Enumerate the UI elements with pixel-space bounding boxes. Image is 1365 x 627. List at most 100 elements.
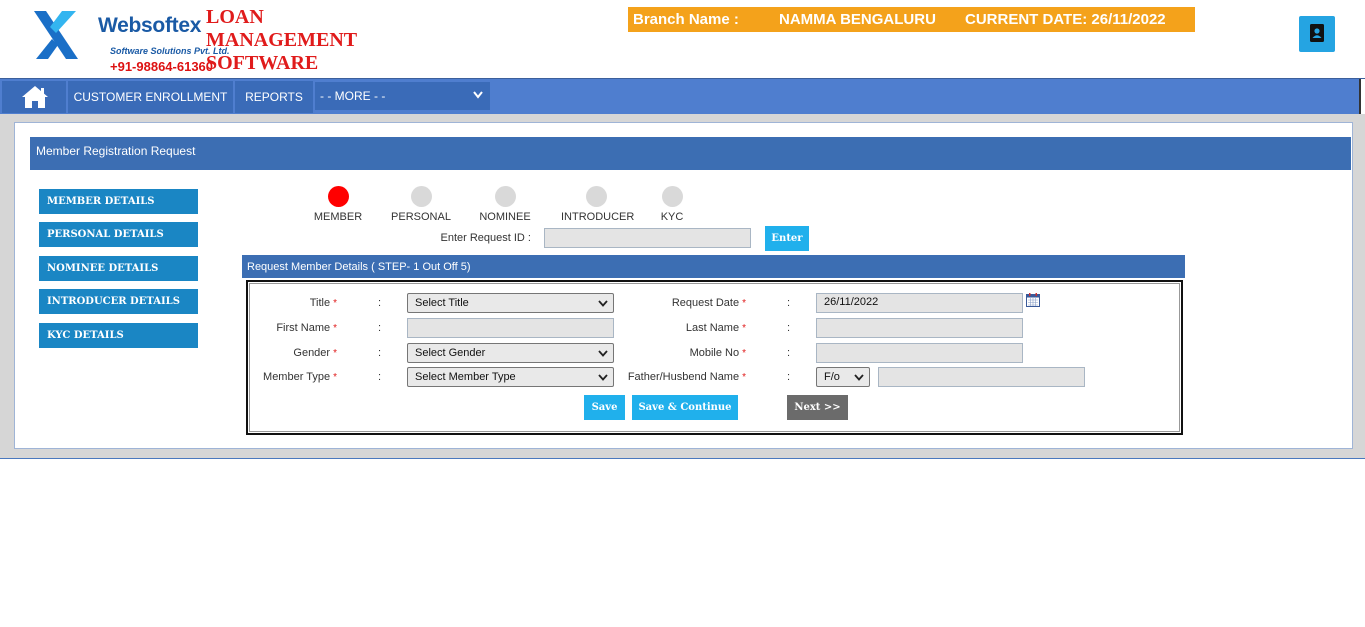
app-title-line-2: MANAGEMENT [206,29,358,51]
colon: : [378,322,382,334]
relation-select[interactable]: F/o [816,367,870,387]
sidebar-item-nominee-details[interactable]: NOMINEE DETAILS [39,256,198,281]
nav-home[interactable] [2,81,66,113]
step-label: NOMINEE [479,211,531,223]
mobile-label: Mobile No * [620,347,746,359]
gender-select[interactable]: Select Gender [407,343,614,363]
save-continue-button[interactable]: Save & Continue [632,395,738,420]
form-section-title: Request Member Details ( STEP- 1 Out Off… [247,261,471,273]
save-button[interactable]: Save [584,395,625,420]
app-header: Websoftex Software Solutions Pvt. Ltd. +… [0,0,1365,78]
gender-select-value: Select Gender [415,347,486,359]
required-mark: * [742,372,746,383]
gender-label-text: Gender [293,347,331,359]
relation-select-value: F/o [824,371,840,383]
colon: : [378,347,382,359]
app-title-line-1: LOAN [206,6,264,28]
current-date: CURRENT DATE: 26/11/2022 [965,11,1166,28]
father-husband-label-text: Father/Husbend Name [627,371,740,383]
last-name-input[interactable] [816,318,1023,338]
request-date-label: Request Date * [620,297,746,309]
title-select[interactable]: Select Title [407,293,614,313]
enter-button[interactable]: Enter [765,226,809,251]
step-dot-active [327,186,349,207]
member-type-select-value: Select Member Type [415,371,516,383]
step-label: MEMBER [313,211,363,223]
step-label: PERSONAL [391,211,451,223]
colon: : [378,297,382,309]
required-mark: * [333,348,337,359]
brand-phone: +91-98864-61360 [110,59,214,74]
step-dot [494,186,516,207]
request-id-label: Enter Request ID : [440,232,532,244]
contact-book-icon [1310,24,1324,42]
step-introducer: INTRODUCER [561,186,635,223]
step-dot [410,186,432,207]
member-type-label-text: Member Type [263,371,331,383]
nav-reports[interactable]: REPORTS [235,81,313,113]
father-husband-label: Father/Husbend Name * [610,371,746,383]
first-name-label-text: First Name [276,322,331,334]
colon: : [787,297,791,309]
profile-button[interactable] [1299,16,1335,52]
chevron-down-icon [598,350,608,357]
sidebar-item-label: INTRODUCER DETAILS [47,296,180,307]
branch-name: NAMMA BENGALURU [779,11,936,28]
request-date-input[interactable]: 26/11/2022 [816,293,1023,313]
panel-header: Member Registration Request [30,137,1351,170]
required-mark: * [333,372,337,383]
member-type-select[interactable]: Select Member Type [407,367,614,387]
nav-customer-enrollment[interactable]: CUSTOMER ENROLLMENT [68,81,233,113]
more-menu-select[interactable]: - - MORE - - [315,82,490,110]
required-mark: * [742,323,746,334]
last-name-label-text: Last Name [685,322,740,334]
sidebar-item-member-details[interactable]: MEMBER DETAILS [39,189,198,214]
sidebar-item-personal-details[interactable]: PERSONAL DETAILS [39,222,198,247]
sidebar-item-label: NOMINEE DETAILS [47,263,159,274]
title-label-text: Title [309,297,331,309]
colon: : [787,322,791,334]
branch-label: Branch Name : [633,11,739,28]
brand-name: Websoftex [98,14,202,37]
mobile-input[interactable] [816,343,1023,363]
step-personal: PERSONAL [386,186,456,223]
sidebar-item-label: PERSONAL DETAILS [47,229,164,240]
first-name-label: First Name * [240,322,337,334]
step-member: MEMBER [303,186,373,223]
colon: : [787,371,791,383]
websoftex-x-icon [34,11,78,59]
last-name-label: Last Name * [620,322,746,334]
required-mark: * [333,323,337,334]
step-kyc: KYC [637,186,707,223]
title-label: Title * [240,297,337,309]
colon: : [378,371,382,383]
step-label: INTRODUCER [561,211,635,223]
required-mark: * [742,298,746,309]
first-name-input[interactable] [407,318,614,338]
more-menu-label: - - MORE - - [320,89,386,103]
nav-edge [1359,79,1365,115]
required-mark: * [333,298,337,309]
member-type-label: Member Type * [240,371,337,383]
sidebar-item-kyc-details[interactable]: KYC DETAILS [39,323,198,348]
form-section-header: Request Member Details ( STEP- 1 Out Off… [242,255,1185,278]
gender-label: Gender * [240,347,337,359]
mobile-label-text: Mobile No [689,347,740,359]
father-husband-name-input[interactable] [878,367,1085,387]
sidebar-item-label: KYC DETAILS [47,330,124,341]
calendar-icon[interactable] [1026,293,1040,307]
request-date-label-text: Request Date [671,297,740,309]
required-mark: * [742,348,746,359]
request-id-input[interactable] [544,228,751,248]
next-button[interactable]: Next >> [787,395,848,420]
page-title: Member Registration Request [36,144,196,158]
colon: : [787,347,791,359]
step-dot [661,186,683,207]
app-title-line-3: SOFTWARE [206,52,319,74]
sidebar-item-introducer-details[interactable]: INTRODUCER DETAILS [39,289,198,314]
step-label: KYC [660,211,684,223]
sidebar-item-label: MEMBER DETAILS [47,196,155,207]
main-navbar: CUSTOMER ENROLLMENT REPORTS - - MORE - - [0,78,1365,115]
home-icon [22,86,48,108]
chevron-down-icon [598,300,608,307]
